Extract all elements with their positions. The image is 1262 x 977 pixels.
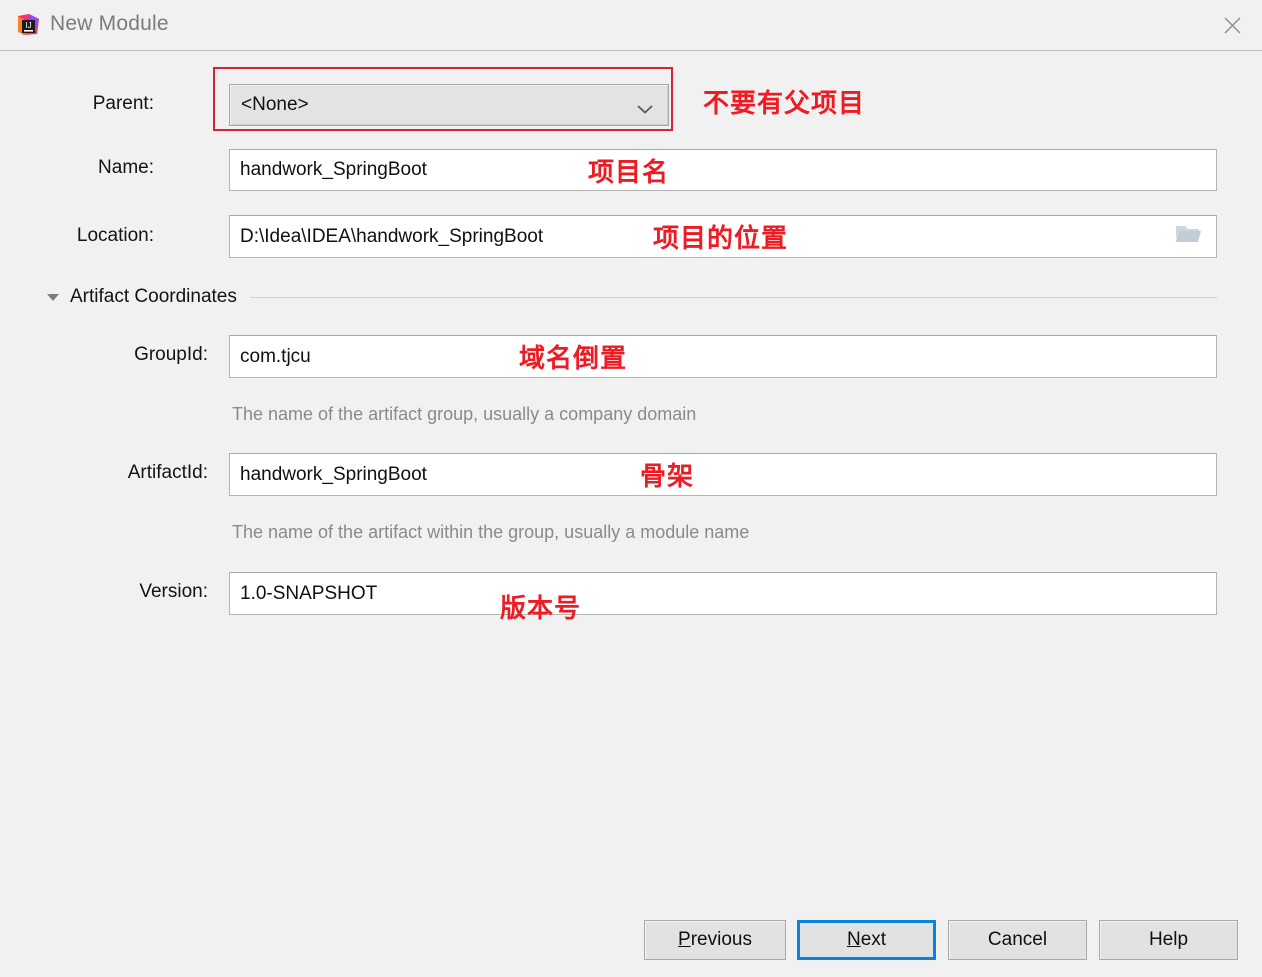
group-id-value: com.tjcu: [240, 345, 311, 367]
close-button[interactable]: [1210, 6, 1254, 44]
name-value: handwork_SpringBoot: [240, 159, 427, 180]
version-label: Version:: [139, 581, 208, 602]
chevron-down-icon: [636, 99, 654, 114]
artifact-coordinates-title: Artifact Coordinates: [70, 286, 237, 307]
location-label: Location:: [76, 225, 154, 246]
name-label: Name:: [98, 157, 154, 178]
intellij-idea-icon: IJ: [17, 13, 40, 36]
version-input[interactable]: 1.0-SNAPSHOT: [229, 572, 1217, 615]
previous-button[interactable]: Previous: [644, 920, 786, 960]
name-input[interactable]: handwork_SpringBoot: [229, 149, 1217, 191]
triangle-down-icon[interactable]: [45, 289, 61, 305]
parent-annotation: 不要有父项目: [703, 88, 866, 118]
name-annotation: 项目名: [588, 157, 670, 187]
next-button[interactable]: Next: [797, 920, 936, 960]
version-value: 1.0-SNAPSHOT: [240, 582, 378, 604]
parent-label: Parent:: [92, 93, 154, 114]
parent-value: <None>: [241, 94, 309, 115]
artifact-id-value: handwork_SpringBoot: [240, 463, 427, 485]
artifact-coordinates-group-header[interactable]: Artifact Coordinates: [45, 286, 1217, 308]
next-mnemonic: N: [846, 929, 861, 950]
group-id-label: GroupId:: [134, 344, 208, 365]
close-icon: [1224, 17, 1241, 34]
next-label-suffix: ext: [860, 929, 887, 950]
window-title-bar: IJ New Module: [0, 0, 1262, 51]
new-module-form: Parent: <None> 不要有父项目 Name: handwork_Spr…: [0, 51, 1262, 901]
artifact-id-hint: The name of the artifact within the grou…: [232, 522, 750, 542]
artifact-id-label: ArtifactId:: [127, 462, 208, 483]
browse-location-button[interactable]: [1160, 216, 1216, 257]
previous-label-suffix: revious: [690, 929, 752, 950]
artifact-id-annotation: 骨架: [640, 461, 695, 491]
group-id-input[interactable]: com.tjcu: [229, 335, 1217, 378]
version-annotation: 版本号: [500, 593, 582, 623]
parent-combobox[interactable]: <None>: [229, 84, 669, 126]
svg-text:IJ: IJ: [25, 21, 31, 30]
previous-mnemonic: P: [678, 929, 691, 950]
folder-open-icon: [1175, 223, 1202, 250]
artifact-id-input[interactable]: handwork_SpringBoot: [229, 453, 1217, 496]
window-title: New Module: [50, 12, 169, 35]
group-divider: [249, 296, 1217, 298]
location-value: D:\Idea\IDEA\handwork_SpringBoot: [240, 225, 544, 247]
cancel-button[interactable]: Cancel: [948, 920, 1087, 960]
group-id-hint: The name of the artifact group, usually …: [232, 404, 697, 424]
help-button[interactable]: Help: [1099, 920, 1238, 960]
location-annotation: 项目的位置: [653, 223, 789, 253]
group-id-annotation: 域名倒置: [519, 343, 628, 373]
